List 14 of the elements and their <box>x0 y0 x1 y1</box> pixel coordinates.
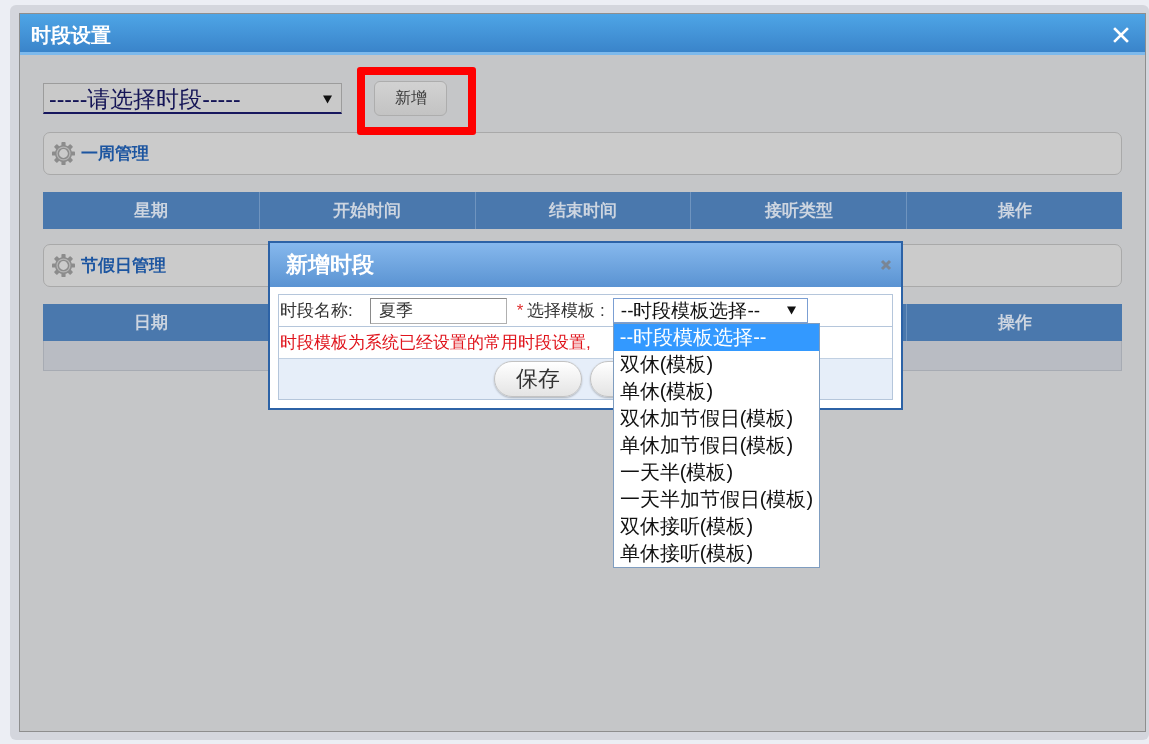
field-label: 选择模板 : <box>527 300 605 322</box>
column-header: 结束时间 <box>474 192 691 229</box>
column-header: 操作 <box>906 192 1122 229</box>
section-title: 一周管理 <box>81 143 149 165</box>
field-label: 时段名称: <box>280 300 353 322</box>
required-mark: * <box>516 300 524 321</box>
section-title: 节假日管理 <box>81 255 166 277</box>
column-header: 星期 <box>132 200 169 222</box>
column-header: 接听类型 <box>690 192 907 229</box>
window-title: 时段设置 <box>31 22 111 48</box>
hint-text: 时段模板为系统已经设置的常用时段设置, <box>280 332 591 354</box>
dialog-title: 新增时段 <box>286 251 374 279</box>
column-header: 日期 <box>132 312 169 334</box>
column-header: 开始时间 <box>258 192 475 229</box>
